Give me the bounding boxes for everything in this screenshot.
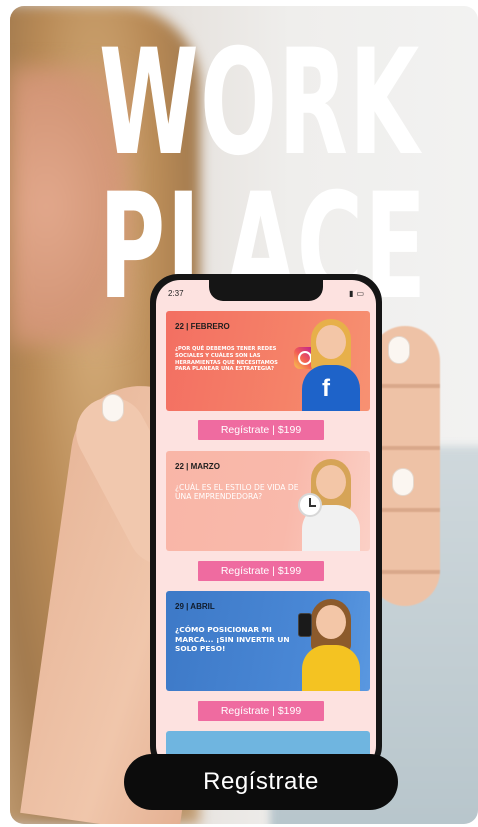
event-person-photo: f — [296, 319, 366, 411]
hero-banner: WORK PLACE 2:37 ▮ ▭ 22 | FEBRERO ¿POR QU… — [10, 6, 478, 824]
event-card[interactable]: 22 | MARZO ¿CUÁL ES EL ESTILO DE VIDA DE… — [166, 451, 370, 551]
register-cta-button[interactable]: Regístrate — [124, 754, 398, 810]
event-date: 29 | ABRIL — [175, 602, 215, 611]
clock-icon — [298, 493, 322, 517]
event-description: ¿POR QUÉ DEBEMOS TENER REDES SOCIALES Y … — [175, 346, 278, 373]
signal-icon: ▮ — [349, 289, 354, 298]
event-date: 22 | FEBRERO — [175, 322, 230, 331]
status-time: 2:37 — [168, 289, 184, 298]
smartphone-icon — [298, 613, 312, 637]
fingernail — [388, 336, 410, 364]
phone-notch — [209, 280, 323, 301]
event-card[interactable]: 22 | FEBRERO ¿POR QUÉ DEBEMOS TENER REDE… — [166, 311, 370, 411]
status-icons: ▮ ▭ — [349, 289, 364, 298]
battery-icon: ▭ — [356, 289, 364, 298]
fingernail — [392, 468, 414, 496]
register-button[interactable]: Regístrate | $199 — [198, 420, 324, 440]
headline-line-1: WORK — [98, 18, 421, 188]
event-date: 22 | MARZO — [175, 462, 220, 471]
register-button[interactable]: Regístrate | $199 — [198, 561, 324, 581]
register-button[interactable]: Regístrate | $199 — [198, 701, 324, 721]
event-card[interactable]: 29 | ABRIL ¿CÓMO POSICIONAR MI MARCA... … — [166, 591, 370, 691]
fingernail — [102, 394, 124, 422]
event-description: ¿CÓMO POSICIONAR MI MARCA... ¡SIN INVERT… — [175, 625, 290, 654]
facebook-icon: f — [322, 375, 330, 402]
event-description: ¿CUÁL ES EL ESTILO DE VIDA DE UNA EMPREN… — [175, 483, 299, 502]
smartphone: 2:37 ▮ ▭ 22 | FEBRERO ¿POR QUÉ DEBEMOS T… — [150, 274, 382, 774]
phone-screen: 2:37 ▮ ▭ 22 | FEBRERO ¿POR QUÉ DEBEMOS T… — [156, 280, 376, 770]
